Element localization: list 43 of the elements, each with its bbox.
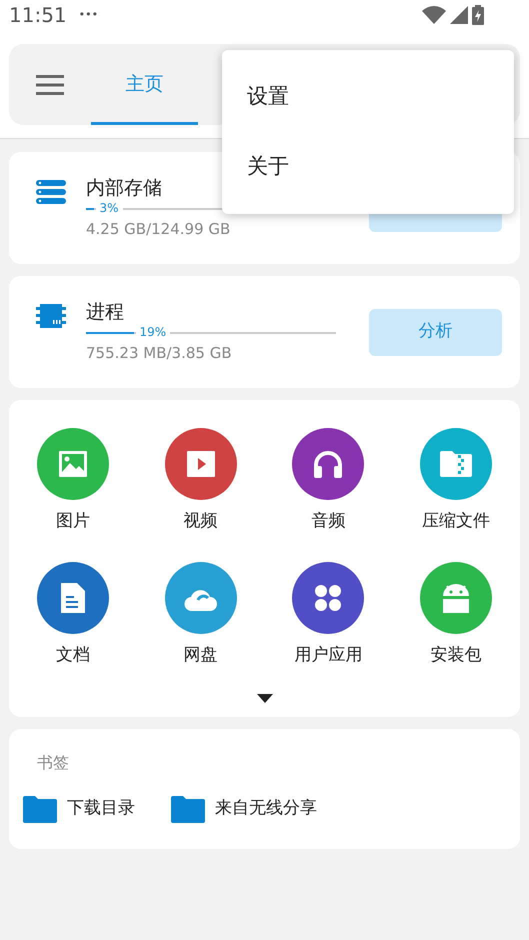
bookmark-item[interactable]: 来自无线分享 <box>171 795 317 823</box>
zip-folder-icon <box>439 450 474 478</box>
card-title: 进程 <box>86 300 125 325</box>
usage-text: 755.23 MB/3.85 GB <box>86 343 233 364</box>
category-item[interactable]: 视频 <box>136 428 264 532</box>
menu-item[interactable]: 关于 <box>222 132 514 202</box>
category-item[interactable]: 网盘 <box>136 562 264 666</box>
category-label: 视频 <box>184 510 218 532</box>
wifi-icon <box>422 6 446 24</box>
menu-icon <box>36 74 64 94</box>
category-item[interactable]: 音频 <box>264 428 392 532</box>
category-label: 文档 <box>56 644 90 666</box>
signal-icon <box>450 6 468 24</box>
bookmark-item[interactable]: 下载目录 <box>23 795 135 823</box>
document-icon <box>58 582 87 614</box>
play-icon <box>186 450 216 478</box>
category-item[interactable]: 图片 <box>9 428 137 532</box>
headphones-icon <box>312 449 344 479</box>
section-title: 书签 <box>37 753 69 772</box>
category-item[interactable]: 压缩文件 <box>392 428 520 532</box>
category-label: 压缩文件 <box>422 510 490 532</box>
storage-icon <box>36 180 66 204</box>
menu-item[interactable]: 设置 <box>222 62 514 132</box>
card-title: 内部存储 <box>86 176 163 201</box>
category-label: 图片 <box>56 510 90 532</box>
image-icon <box>58 450 88 478</box>
category-item[interactable]: 用户应用 <box>264 562 392 666</box>
apps-icon <box>313 583 344 613</box>
battery-icon <box>472 5 484 25</box>
status-time: 11:51 <box>9 2 67 29</box>
folder-icon <box>171 795 205 823</box>
caret-icon <box>256 694 272 703</box>
category-label: 用户应用 <box>294 644 362 666</box>
category-item[interactable]: 安装包 <box>392 562 520 666</box>
more-dots: ••• <box>78 6 98 23</box>
category-item[interactable]: 文档 <box>9 562 137 666</box>
folder-icon <box>23 795 57 823</box>
android-icon <box>442 582 470 614</box>
usage-text: 4.25 GB/124.99 GB <box>86 219 232 240</box>
category-label: 网盘 <box>184 644 218 666</box>
chip-icon <box>36 304 66 328</box>
category-label: 音频 <box>311 510 346 532</box>
category-label: 安装包 <box>430 644 482 666</box>
